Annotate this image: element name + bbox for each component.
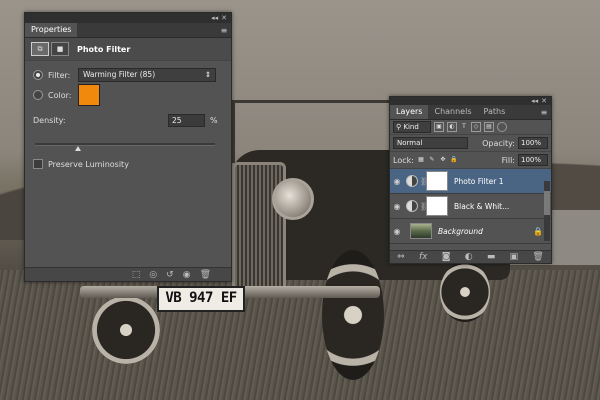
adjustment-filter-icon[interactable]: ◐ <box>447 122 457 132</box>
adjustment-settings-icon[interactable]: ⧉ <box>31 42 49 56</box>
properties-header: ⧉ ■ Photo Filter <box>25 38 231 61</box>
tab-paths[interactable]: Paths <box>478 105 512 119</box>
close-panel-icon[interactable]: ✕ <box>541 97 547 105</box>
eye-icon[interactable]: ◉ <box>390 177 404 186</box>
scrollbar-thumb[interactable] <box>544 191 550 215</box>
lock-icon: 🔒 <box>533 226 543 236</box>
layer-name[interactable]: Black & Whit... <box>454 202 509 211</box>
photo-filter-adjustment-icon <box>404 173 420 189</box>
filter-toggle-icon[interactable] <box>497 122 507 132</box>
fill-input[interactable]: 100% <box>518 154 548 166</box>
license-plate: VB 947 EF <box>157 286 245 312</box>
properties-panel: ◂◂ ✕ Properties ≡ ⧉ ■ Photo Filter Filte… <box>24 12 232 282</box>
properties-footer: ⬚ ◎ ↺ ◉ 🗑 <box>25 267 231 281</box>
lock-label: Lock: <box>393 155 414 165</box>
mask-icon[interactable]: ◙ <box>442 252 451 262</box>
density-unit: % <box>210 116 218 125</box>
adjustment-icon[interactable]: ◐ <box>465 252 473 262</box>
layers-titlebar[interactable]: ◂◂ ✕ <box>390 97 551 105</box>
filter-radio[interactable] <box>33 70 43 80</box>
color-radio[interactable] <box>33 90 43 100</box>
panel-menu-icon[interactable]: ≡ <box>217 23 231 37</box>
properties-titlebar[interactable]: ◂◂ ✕ <box>25 13 231 23</box>
link-icon[interactable]: ⇔ <box>397 252 405 262</box>
eye-icon[interactable]: ◉ <box>390 202 404 211</box>
preserve-luminosity-checkbox[interactable] <box>33 159 43 169</box>
layer-name[interactable]: Background <box>438 227 483 236</box>
filter-value: Warming Filter (85) <box>83 70 156 79</box>
car-headlamp <box>272 178 314 220</box>
blend-mode-select[interactable]: Normal <box>393 137 468 149</box>
eye-icon[interactable]: ◉ <box>390 227 404 236</box>
preserve-row: Preserve Luminosity <box>33 159 129 169</box>
opacity-label: Opacity: <box>482 138 515 148</box>
close-panel-icon[interactable]: ✕ <box>221 14 227 22</box>
new-layer-icon[interactable]: ▣ <box>510 252 519 262</box>
fill-label: Fill: <box>501 155 515 165</box>
layers-scrollbar[interactable] <box>544 181 550 241</box>
preserve-luminosity-label: Preserve Luminosity <box>48 159 129 169</box>
panel-menu-icon[interactable]: ≡ <box>537 105 551 119</box>
tab-channels[interactable]: Channels <box>428 105 477 119</box>
view-previous-icon[interactable]: ◎ <box>149 270 157 280</box>
layer-row-black-white[interactable]: ◉ ⛓ Black & Whit... <box>390 194 551 219</box>
layer-filter-row: ⚲ Kind ▣ ◐ T ◇ ▤ <box>390 120 551 135</box>
layers-tabrow: Layers Channels Paths ≡ <box>390 105 551 120</box>
color-swatch[interactable] <box>78 84 100 106</box>
smart-object-filter-icon[interactable]: ▤ <box>484 122 494 132</box>
delete-icon[interactable]: 🗑 <box>532 252 543 262</box>
background-thumbnail <box>410 223 432 239</box>
color-label: Color: <box>48 90 72 100</box>
car-left-wheel <box>92 296 160 364</box>
kind-value: Kind <box>403 123 419 131</box>
blend-row: Normal Opacity: 100% <box>390 135 551 152</box>
black-white-adjustment-icon <box>404 198 420 214</box>
visibility-icon[interactable]: ◉ <box>183 270 191 280</box>
layer-mask-thumbnail[interactable] <box>426 171 448 191</box>
type-filter-icon[interactable]: T <box>460 123 468 131</box>
lock-transparent-icon[interactable]: ▦ <box>417 156 425 164</box>
density-slider-thumb[interactable] <box>75 146 81 151</box>
density-row: Density: <box>33 116 66 125</box>
density-label: Density: <box>33 116 66 125</box>
opacity-input[interactable]: 100% <box>518 137 548 149</box>
car-grille <box>232 162 286 293</box>
car-rear-wheel <box>440 262 490 322</box>
layer-row-photo-filter[interactable]: ◉ ⛓ Photo Filter 1 <box>390 169 551 194</box>
filter-select[interactable]: Warming Filter (85) ⇕ <box>78 68 216 82</box>
adjustment-title: Photo Filter <box>77 44 131 54</box>
layers-panel: ◂◂ ✕ Layers Channels Paths ≡ ⚲ Kind ▣ ◐ … <box>389 96 552 264</box>
tab-layers[interactable]: Layers <box>390 105 429 119</box>
color-row: Color: <box>33 84 100 106</box>
lock-row: Lock: ▦ ✎ ✥ 🔒 Fill: 100% <box>390 152 551 169</box>
clip-to-layer-icon[interactable]: ⬚ <box>132 270 141 280</box>
lock-all-icon[interactable]: 🔒 <box>450 156 458 164</box>
layers-footer: ⇔ fx ◙ ◐ ▬ ▣ 🗑 <box>390 250 551 263</box>
tab-properties[interactable]: Properties <box>25 23 78 37</box>
layer-name[interactable]: Photo Filter 1 <box>454 177 504 186</box>
pixel-filter-icon[interactable]: ▣ <box>434 122 444 132</box>
car-front-wheel <box>322 250 384 380</box>
filter-row: Filter: Warming Filter (85) ⇕ <box>33 68 216 82</box>
mask-settings-icon[interactable]: ■ <box>51 42 69 56</box>
layer-row-background[interactable]: ◉ Background 🔒 <box>390 219 551 244</box>
lock-pixels-icon[interactable]: ✎ <box>428 156 436 164</box>
collapse-icon[interactable]: ◂◂ <box>531 97 538 105</box>
delete-icon[interactable]: 🗑 <box>200 270 211 280</box>
shape-filter-icon[interactable]: ◇ <box>471 122 481 132</box>
collapse-icon[interactable]: ◂◂ <box>211 14 218 22</box>
density-slider[interactable] <box>35 143 215 146</box>
filter-label: Filter: <box>48 70 71 80</box>
select-arrows-icon: ⇕ <box>204 70 211 79</box>
kind-filter-select[interactable]: ⚲ Kind <box>393 121 431 133</box>
reset-icon[interactable]: ↺ <box>166 270 174 280</box>
lock-position-icon[interactable]: ✥ <box>439 156 447 164</box>
layer-mask-thumbnail[interactable] <box>426 196 448 216</box>
density-input[interactable]: 25 <box>168 114 205 127</box>
properties-tabrow: Properties ≡ <box>25 23 231 38</box>
fx-icon[interactable]: fx <box>419 252 428 262</box>
folder-icon[interactable]: ▬ <box>487 252 496 262</box>
density-value-row: 25 % <box>168 114 218 127</box>
